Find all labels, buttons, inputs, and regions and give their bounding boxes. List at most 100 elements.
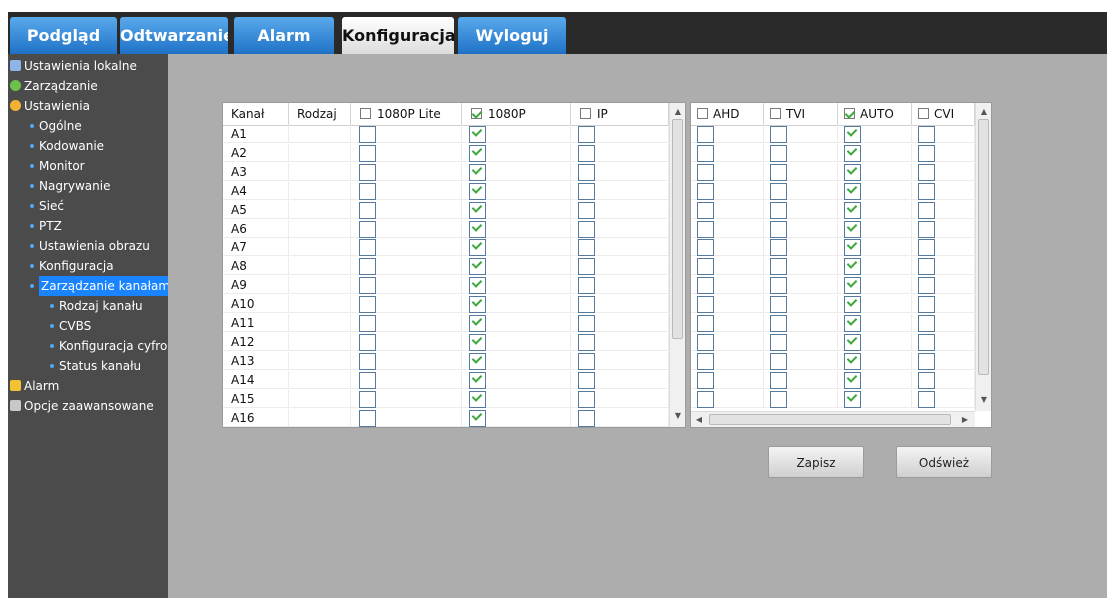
column-header[interactable]: AHD bbox=[691, 103, 764, 125]
channel-checkbox[interactable] bbox=[359, 333, 376, 351]
channel-checkbox[interactable] bbox=[359, 220, 376, 238]
channel-checkbox[interactable] bbox=[359, 258, 376, 276]
column-header[interactable]: AUTO bbox=[838, 103, 912, 125]
scroll-left-icon[interactable]: ◀ bbox=[691, 413, 707, 427]
channel-checkbox[interactable] bbox=[359, 371, 376, 389]
type-checkbox[interactable] bbox=[697, 333, 714, 351]
scrollbar-thumb[interactable] bbox=[672, 119, 683, 339]
channel-checkbox[interactable] bbox=[359, 409, 376, 427]
channel-checkbox[interactable] bbox=[469, 296, 486, 314]
channel-checkbox[interactable] bbox=[469, 315, 486, 332]
tab-logout[interactable]: Wyloguj bbox=[458, 17, 566, 54]
type-checkbox[interactable] bbox=[697, 277, 714, 295]
type-checkbox[interactable] bbox=[770, 371, 787, 389]
type-checkbox[interactable] bbox=[697, 371, 714, 389]
sidebar-item-recording[interactable]: Nagrywanie bbox=[8, 176, 168, 196]
channel-checkbox[interactable] bbox=[578, 258, 595, 276]
channel-checkbox[interactable] bbox=[359, 277, 376, 295]
type-checkbox[interactable] bbox=[844, 239, 861, 257]
channel-checkbox[interactable] bbox=[578, 333, 595, 351]
channel-checkbox[interactable] bbox=[578, 163, 595, 181]
sidebar-item-alarm[interactable]: Alarm bbox=[8, 376, 168, 396]
channel-checkbox[interactable] bbox=[578, 220, 595, 238]
header-checkbox[interactable] bbox=[918, 108, 929, 119]
channel-checkbox[interactable] bbox=[469, 258, 486, 276]
sidebar-item-network[interactable]: Sieć bbox=[8, 196, 168, 216]
type-checkbox[interactable] bbox=[770, 144, 787, 162]
vertical-scrollbar[interactable]: ▲ ▼ bbox=[669, 103, 685, 427]
scroll-right-icon[interactable]: ▶ bbox=[957, 413, 973, 427]
channel-checkbox[interactable] bbox=[359, 201, 376, 219]
scroll-up-icon[interactable]: ▲ bbox=[670, 105, 685, 119]
type-checkbox[interactable] bbox=[918, 239, 935, 257]
type-checkbox[interactable] bbox=[844, 390, 861, 408]
column-header[interactable]: CVI bbox=[912, 103, 975, 125]
type-checkbox[interactable] bbox=[844, 333, 861, 351]
channel-checkbox[interactable] bbox=[578, 371, 595, 389]
type-checkbox[interactable] bbox=[844, 163, 861, 181]
scroll-down-icon[interactable]: ▼ bbox=[670, 409, 685, 423]
channel-checkbox[interactable] bbox=[578, 315, 595, 332]
horizontal-scrollbar[interactable]: ◀ ▶ bbox=[691, 411, 975, 427]
sidebar-item-management[interactable]: Zarządzanie bbox=[8, 76, 168, 96]
channel-checkbox[interactable] bbox=[359, 390, 376, 408]
channel-checkbox[interactable] bbox=[578, 239, 595, 257]
vertical-scrollbar[interactable]: ▲ ▼ bbox=[975, 103, 991, 411]
channel-checkbox[interactable] bbox=[578, 201, 595, 219]
scroll-down-icon[interactable]: ▼ bbox=[976, 393, 991, 407]
type-checkbox[interactable] bbox=[770, 239, 787, 257]
type-checkbox[interactable] bbox=[844, 182, 861, 200]
type-checkbox[interactable] bbox=[697, 258, 714, 276]
sidebar-item-channel-status[interactable]: Status kanału bbox=[8, 356, 168, 376]
channel-checkbox[interactable] bbox=[359, 182, 376, 200]
sidebar-item-image-settings[interactable]: Ustawienia obrazu bbox=[8, 236, 168, 256]
channel-checkbox[interactable] bbox=[578, 277, 595, 295]
header-checkbox[interactable] bbox=[580, 108, 591, 119]
column-header[interactable]: 1080P bbox=[462, 103, 571, 125]
type-checkbox[interactable] bbox=[697, 144, 714, 162]
type-checkbox[interactable] bbox=[697, 390, 714, 408]
channel-checkbox[interactable] bbox=[578, 409, 595, 427]
channel-checkbox[interactable] bbox=[469, 126, 486, 143]
type-checkbox[interactable] bbox=[844, 258, 861, 276]
type-checkbox[interactable] bbox=[918, 390, 935, 408]
channel-checkbox[interactable] bbox=[359, 239, 376, 257]
sidebar-item-general[interactable]: Ogólne bbox=[8, 116, 168, 136]
type-checkbox[interactable] bbox=[770, 390, 787, 408]
channel-checkbox[interactable] bbox=[469, 409, 486, 427]
channel-checkbox[interactable] bbox=[578, 144, 595, 162]
channel-checkbox[interactable] bbox=[469, 220, 486, 238]
type-checkbox[interactable] bbox=[844, 371, 861, 389]
type-checkbox[interactable] bbox=[697, 220, 714, 238]
channel-checkbox[interactable] bbox=[469, 352, 486, 370]
channel-checkbox[interactable] bbox=[359, 315, 376, 332]
type-checkbox[interactable] bbox=[770, 277, 787, 295]
type-checkbox[interactable] bbox=[770, 220, 787, 238]
channel-checkbox[interactable] bbox=[469, 239, 486, 257]
type-checkbox[interactable] bbox=[844, 144, 861, 162]
header-checkbox[interactable] bbox=[697, 108, 708, 119]
column-header[interactable]: IP bbox=[571, 103, 669, 125]
sidebar-item-cvbs[interactable]: CVBS bbox=[8, 316, 168, 336]
type-checkbox[interactable] bbox=[697, 201, 714, 219]
type-checkbox[interactable] bbox=[918, 352, 935, 370]
scrollbar-thumb[interactable] bbox=[978, 119, 989, 375]
type-checkbox[interactable] bbox=[697, 163, 714, 181]
type-checkbox[interactable] bbox=[918, 333, 935, 351]
type-checkbox[interactable] bbox=[918, 315, 935, 332]
type-checkbox[interactable] bbox=[918, 163, 935, 181]
type-checkbox[interactable] bbox=[697, 296, 714, 314]
type-checkbox[interactable] bbox=[844, 315, 861, 332]
channel-checkbox[interactable] bbox=[359, 163, 376, 181]
type-checkbox[interactable] bbox=[918, 126, 935, 143]
type-checkbox[interactable] bbox=[770, 163, 787, 181]
sidebar-item-digital-config[interactable]: Konfiguracja cyfrowa bbox=[8, 336, 168, 356]
channel-checkbox[interactable] bbox=[359, 126, 376, 143]
type-checkbox[interactable] bbox=[918, 371, 935, 389]
scrollbar-thumb[interactable] bbox=[709, 414, 951, 425]
channel-checkbox[interactable] bbox=[578, 182, 595, 200]
channel-checkbox[interactable] bbox=[469, 390, 486, 408]
type-checkbox[interactable] bbox=[770, 126, 787, 143]
channel-checkbox[interactable] bbox=[469, 144, 486, 162]
type-checkbox[interactable] bbox=[844, 220, 861, 238]
